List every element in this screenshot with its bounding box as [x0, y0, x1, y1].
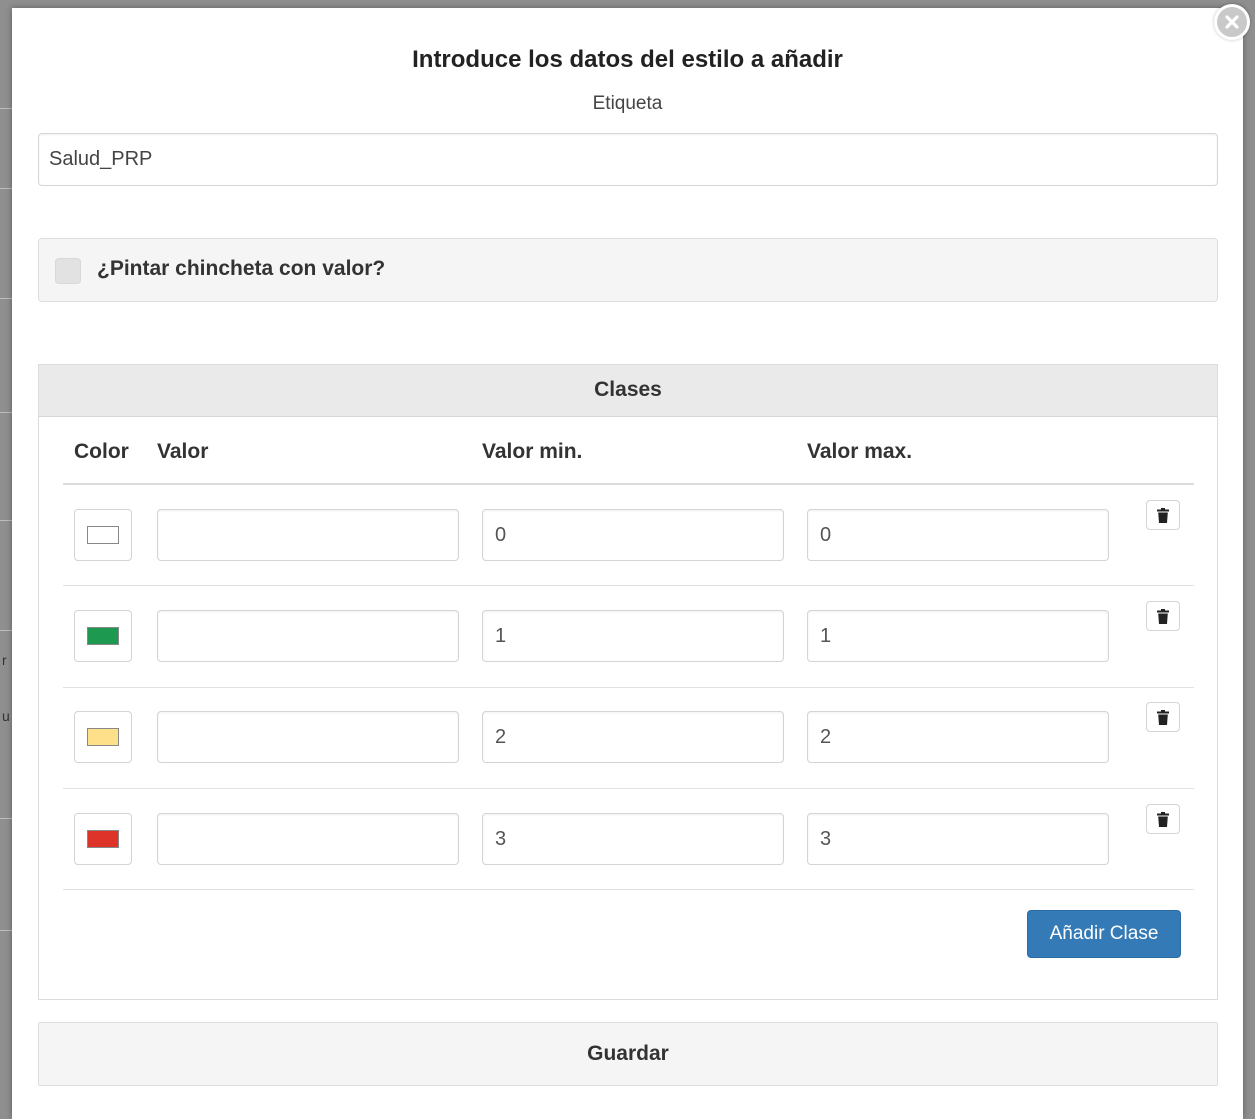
row-divider — [63, 889, 1194, 890]
close-button[interactable] — [1214, 4, 1250, 40]
color-picker-button[interactable] — [74, 711, 132, 763]
delete-class-button[interactable] — [1146, 500, 1180, 530]
column-header-valor: Valor — [157, 440, 209, 463]
valor-max-input[interactable] — [807, 509, 1109, 561]
background-divider — [0, 188, 12, 189]
delete-class-button[interactable] — [1146, 804, 1180, 834]
pin-checkbox[interactable] — [55, 258, 81, 284]
valor-input[interactable] — [157, 509, 459, 561]
background-text: u — [2, 708, 10, 724]
valor-min-input[interactable] — [482, 509, 784, 561]
close-icon — [1225, 15, 1239, 29]
valor-input[interactable] — [157, 813, 459, 865]
valor-min-input[interactable] — [482, 711, 784, 763]
color-swatch — [87, 728, 119, 746]
classes-panel: Clases Color Valor Valor min. Valor max. — [38, 364, 1218, 1000]
valor-max-input[interactable] — [807, 610, 1109, 662]
color-picker-button[interactable] — [74, 813, 132, 865]
background-divider — [0, 412, 12, 413]
background-divider — [0, 630, 12, 631]
valor-max-input[interactable] — [807, 711, 1109, 763]
column-header-min: Valor min. — [482, 440, 583, 463]
background-divider — [0, 520, 12, 521]
valor-max-input[interactable] — [807, 813, 1109, 865]
valor-input[interactable] — [157, 711, 459, 763]
color-swatch — [87, 627, 119, 645]
trash-icon — [1157, 608, 1169, 624]
style-dialog: Introduce los datos del estilo a añadir … — [12, 8, 1243, 1119]
valor-min-input[interactable] — [482, 610, 784, 662]
trash-icon — [1157, 709, 1169, 725]
background-text: r — [2, 652, 7, 668]
pin-panel: ¿Pintar chincheta con valor? — [38, 238, 1218, 302]
background-divider — [0, 298, 12, 299]
column-header-color: Color — [74, 440, 129, 463]
delete-class-button[interactable] — [1146, 702, 1180, 732]
class-row — [39, 485, 1217, 585]
valor-min-input[interactable] — [482, 813, 784, 865]
save-button[interactable]: Guardar — [38, 1022, 1218, 1086]
class-row — [39, 687, 1217, 787]
classes-header: Clases — [39, 365, 1217, 417]
color-picker-button[interactable] — [74, 610, 132, 662]
trash-icon — [1157, 507, 1169, 523]
pin-checkbox-label[interactable]: ¿Pintar chincheta con valor? — [97, 257, 385, 281]
trash-icon — [1157, 811, 1169, 827]
background-divider — [0, 930, 12, 931]
color-picker-button[interactable] — [74, 509, 132, 561]
column-header-max: Valor max. — [807, 440, 913, 463]
delete-class-button[interactable] — [1146, 601, 1180, 631]
background-divider — [0, 818, 12, 819]
class-row — [39, 586, 1217, 686]
background-divider — [0, 108, 12, 109]
add-class-button[interactable]: Añadir Clase — [1027, 910, 1181, 958]
dialog-title: Introduce los datos del estilo a añadir — [412, 46, 843, 73]
label-caption: Etiqueta — [592, 93, 663, 114]
color-swatch — [87, 526, 119, 544]
label-input[interactable] — [38, 133, 1218, 186]
valor-input[interactable] — [157, 610, 459, 662]
color-swatch — [87, 830, 119, 848]
class-row — [39, 789, 1217, 889]
